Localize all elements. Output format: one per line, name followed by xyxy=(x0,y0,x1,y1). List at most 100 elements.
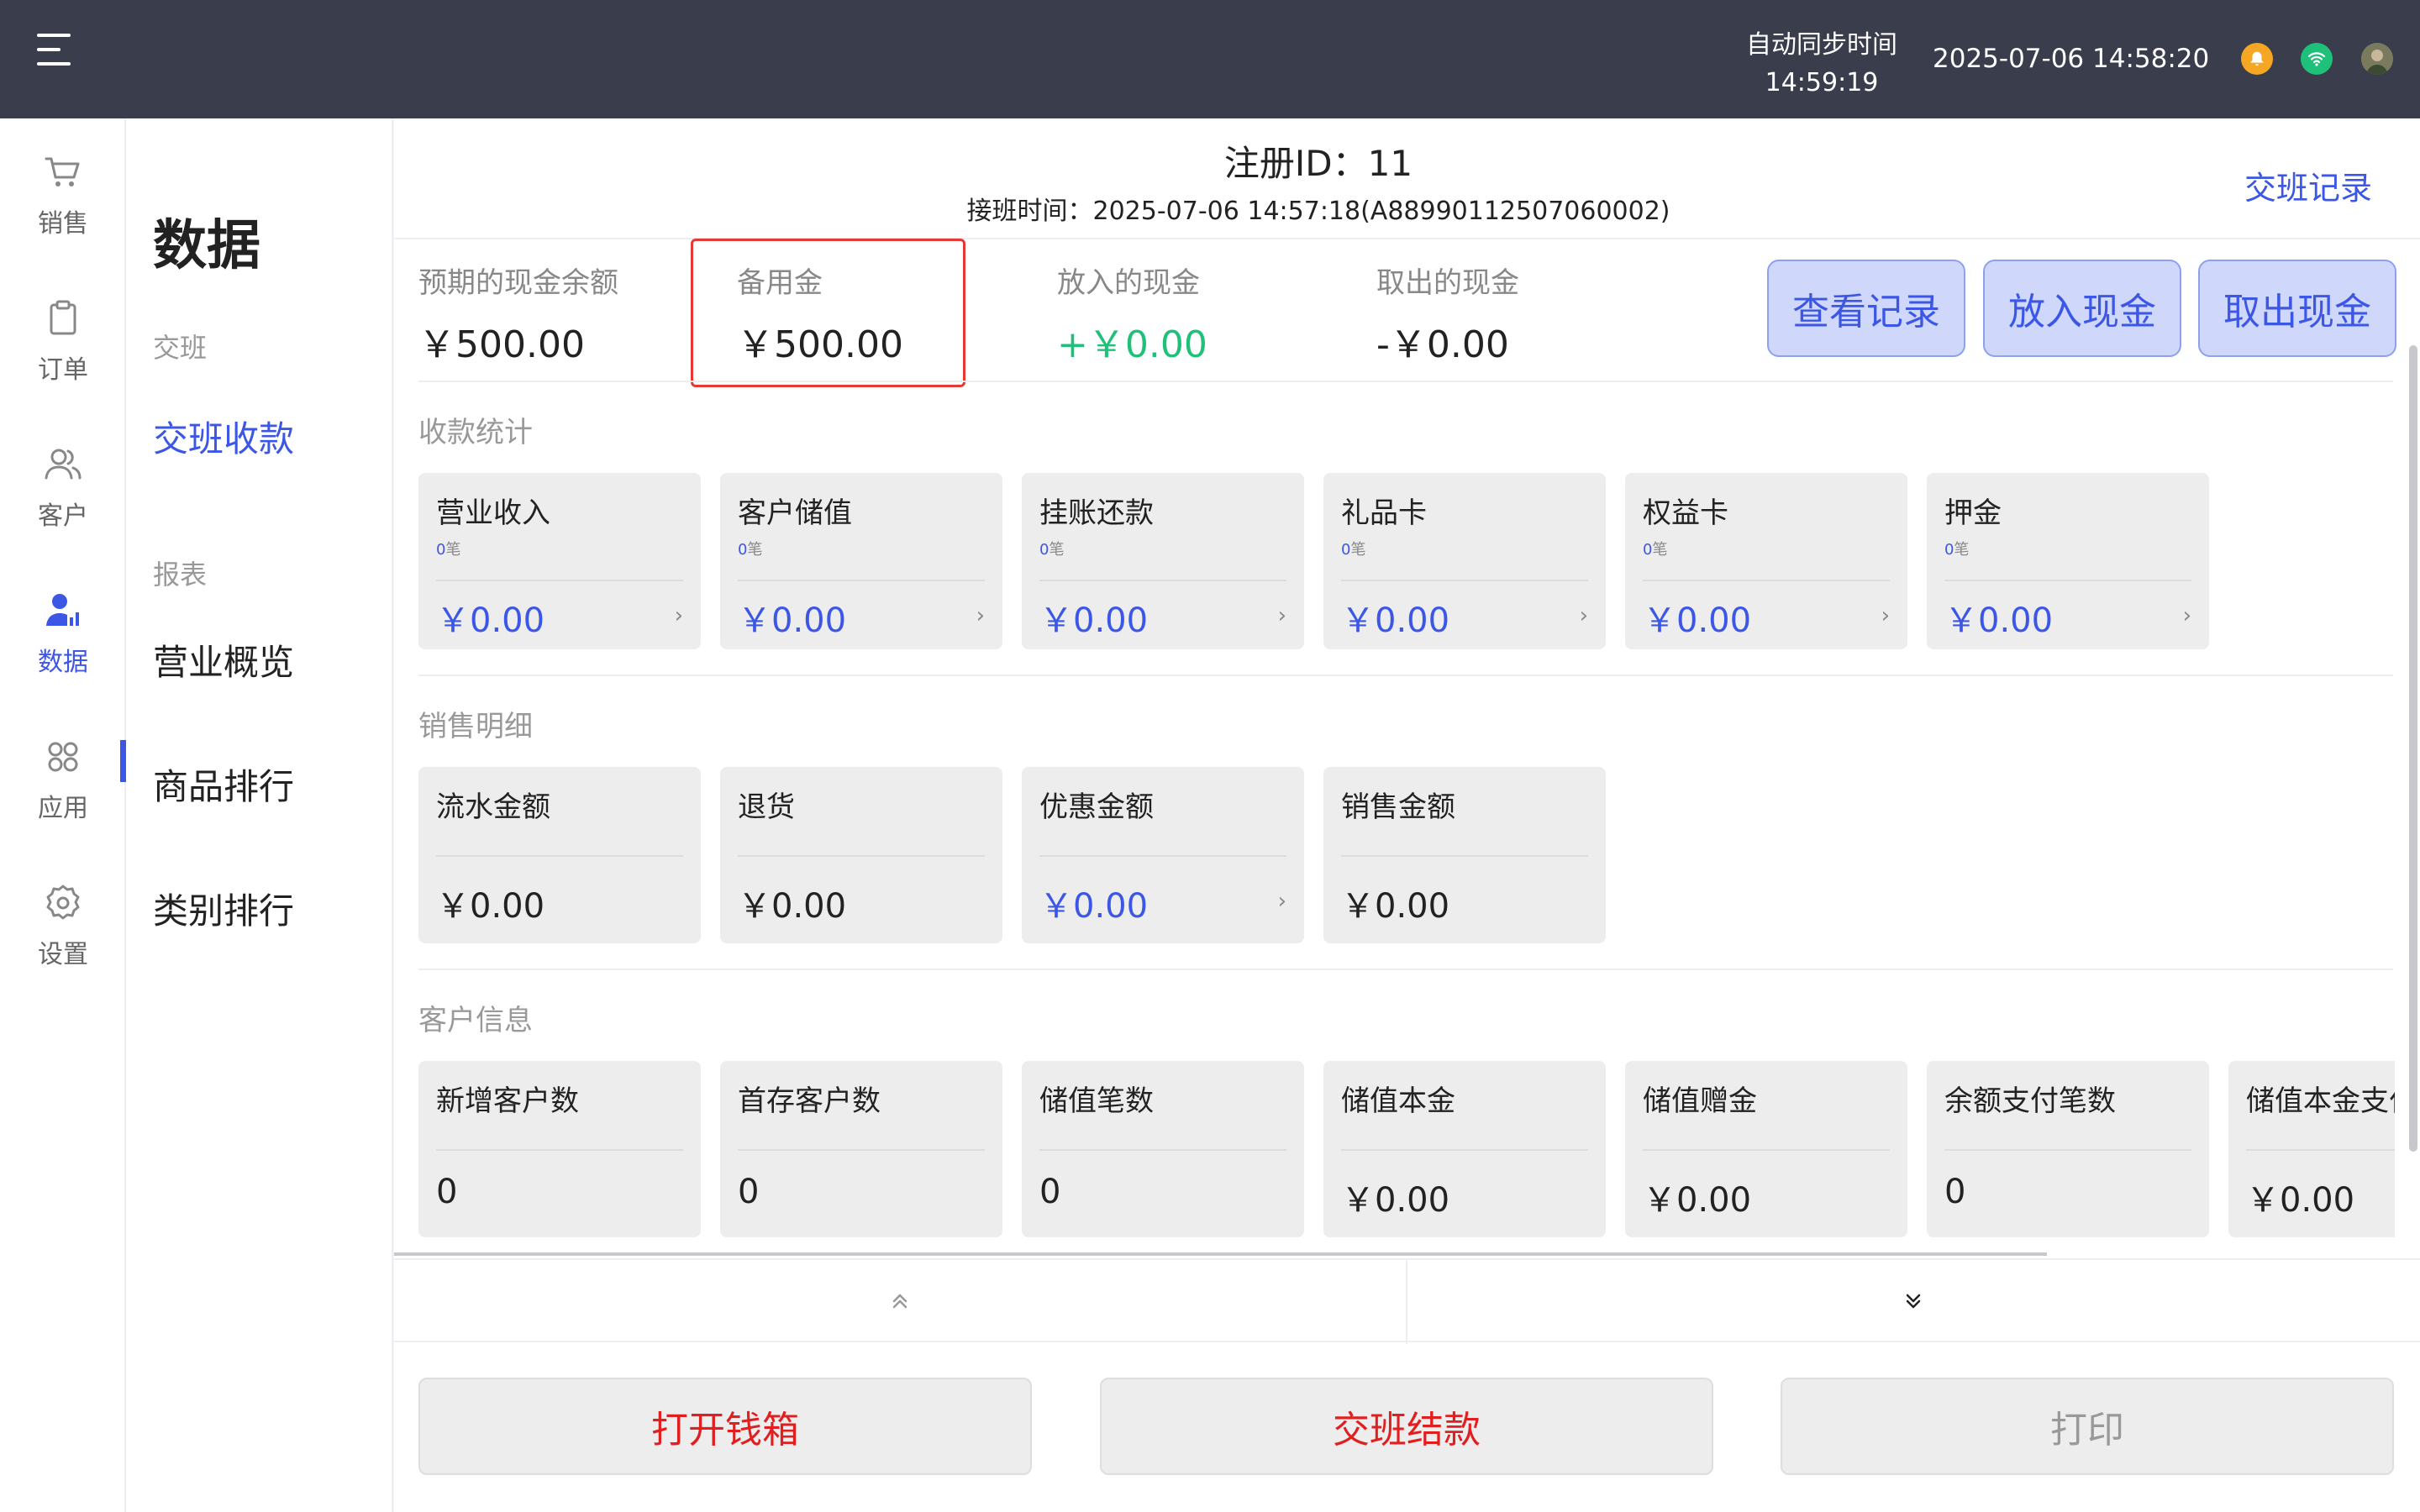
card-divider xyxy=(738,855,985,857)
card-title: 新增客户数 xyxy=(436,1084,579,1118)
nav-label: 订单 xyxy=(38,355,88,385)
nav-item-customers[interactable]: 客户 xyxy=(0,411,126,537)
customer-card: 储值本金支付 ￥0.00 xyxy=(2228,1061,2395,1237)
expected-cash-label: 预期的现金余额 xyxy=(418,266,618,300)
card-title: 权益卡 xyxy=(1643,496,1728,530)
wifi-icon[interactable] xyxy=(2301,43,2333,75)
menu-icon[interactable] xyxy=(37,34,74,67)
submenu-item-shift-pay[interactable]: 交班收款 xyxy=(153,411,294,462)
card-title: 客户储值 xyxy=(738,496,852,530)
card-value: ￥0.00 xyxy=(1341,1181,1450,1220)
submenu-title: 数据 xyxy=(153,215,260,277)
card-count-unit: 笔 xyxy=(1350,541,1366,559)
submenu-item-product-rank[interactable]: 商品排行 xyxy=(153,759,294,810)
take-cash-button[interactable]: 取出现金 xyxy=(2198,260,2396,357)
put-cash-button[interactable]: 放入现金 xyxy=(1983,260,2181,357)
card-title: 礼品卡 xyxy=(1341,496,1427,530)
nav-label: 设置 xyxy=(38,940,88,969)
sync-label: 自动同步时间 xyxy=(1746,30,1897,60)
chevron-right-icon: › xyxy=(1579,603,1588,628)
card-title: 营业收入 xyxy=(436,496,550,530)
nav-item-sales[interactable]: 销售 xyxy=(0,118,126,244)
shift-records-link[interactable]: 交班记录 xyxy=(2244,162,2372,208)
card-title: 流水金额 xyxy=(436,790,550,824)
user-chart-icon xyxy=(46,594,79,626)
shift-settle-button[interactable]: 交班结款 xyxy=(1100,1378,1713,1475)
sales-card: 销售金额 ￥0.00 xyxy=(1323,767,1606,943)
card-count-unit: 笔 xyxy=(445,541,461,559)
view-records-button[interactable]: 查看记录 xyxy=(1767,260,1965,357)
section-title-sales: 销售明细 xyxy=(418,710,533,743)
card-title: 首存客户数 xyxy=(738,1084,881,1118)
card-value: ￥0.00 xyxy=(1341,887,1450,926)
chevron-right-icon: › xyxy=(1277,603,1286,628)
submenu-item-category-rank[interactable]: 类别排行 xyxy=(153,883,294,934)
shift-start-time: 接班时间：2025-07-06 14:57:18(A88990112507060… xyxy=(966,197,1670,226)
submenu-item-overview[interactable]: 营业概览 xyxy=(153,634,294,685)
nav-item-orders[interactable]: 订单 xyxy=(0,265,126,391)
clipboard-icon xyxy=(50,300,76,335)
cash-out-value: -￥0.00 xyxy=(1376,323,1509,366)
customer-card: 首存客户数 0 xyxy=(720,1061,1002,1237)
cart-icon xyxy=(45,157,80,186)
chevron-right-icon: › xyxy=(1881,603,1890,628)
customer-card: 储值赠金 ￥0.00 xyxy=(1625,1061,1907,1237)
card-value: ￥0.00 xyxy=(436,601,545,640)
card-value: 0 xyxy=(1944,1173,1966,1211)
print-button[interactable]: 打印 xyxy=(1781,1378,2394,1475)
card-count-number: 0 xyxy=(1944,541,1954,559)
card-divider xyxy=(738,1149,985,1151)
avatar[interactable] xyxy=(2361,43,2393,75)
submenu-group-shift: 交班 xyxy=(153,332,208,364)
nav-item-data[interactable]: 数据 xyxy=(0,557,126,683)
card-divider xyxy=(1039,580,1286,581)
nav-label: 数据 xyxy=(38,648,88,677)
card-title: 销售金额 xyxy=(1341,790,1455,824)
sales-card[interactable]: 优惠金额 ￥0.00 › xyxy=(1022,767,1304,943)
main-panel: 注册ID：11 接班时间：2025-07-06 14:57:18(A889901… xyxy=(394,118,2420,1512)
card-count: 0笔 xyxy=(1341,538,1365,559)
horizontal-scrollbar[interactable] xyxy=(394,1252,2047,1256)
collect-card[interactable]: 押金 0笔 ￥0.00 › xyxy=(1927,473,2209,649)
chevron-right-icon: › xyxy=(674,603,683,628)
card-title: 挂账还款 xyxy=(1039,496,1154,530)
collect-card[interactable]: 客户储值 0笔 ￥0.00 › xyxy=(720,473,1002,649)
card-title: 储值赠金 xyxy=(1643,1084,1757,1118)
customer-card: 余额支付笔数 0 xyxy=(1927,1061,2209,1237)
page-up-button[interactable] xyxy=(394,1260,1406,1342)
open-cash-drawer-button[interactable]: 打开钱箱 xyxy=(418,1378,1032,1475)
chevron-right-icon: › xyxy=(2182,603,2191,628)
divider xyxy=(418,969,2393,970)
collect-card[interactable]: 挂账还款 0笔 ￥0.00 › xyxy=(1022,473,1304,649)
collect-card[interactable]: 礼品卡 0笔 ￥0.00 › xyxy=(1323,473,1606,649)
nav-label: 客户 xyxy=(38,501,88,531)
reserve-cash-value: ￥500.00 xyxy=(737,323,903,366)
card-divider xyxy=(738,580,985,581)
sync-time: 14:59:19 xyxy=(1765,68,1879,97)
card-divider xyxy=(1944,580,2191,581)
collect-card[interactable]: 营业收入 0笔 ￥0.00 › xyxy=(418,473,701,649)
customer-card: 储值笔数 0 xyxy=(1022,1061,1304,1237)
customer-card: 新增客户数 0 xyxy=(418,1061,701,1237)
section-title-customer: 客户信息 xyxy=(418,1004,533,1037)
bell-icon[interactable] xyxy=(2241,43,2273,75)
card-divider xyxy=(1341,1149,1588,1151)
card-title: 储值本金支付 xyxy=(2246,1084,2395,1118)
reserve-cash: 备用金 ￥500.00 xyxy=(737,260,903,368)
card-divider xyxy=(1341,580,1588,581)
page-down-button[interactable] xyxy=(1407,1260,2419,1342)
sales-card: 退货 ￥0.00 xyxy=(720,767,1002,943)
submenu-group-report: 报表 xyxy=(153,559,208,591)
nav-item-apps[interactable]: 应用 xyxy=(0,703,126,829)
card-count: 0笔 xyxy=(1944,538,1969,559)
card-title: 押金 xyxy=(1944,496,2002,530)
collect-card[interactable]: 权益卡 0笔 ￥0.00 › xyxy=(1625,473,1907,649)
customer-cards-scroller[interactable]: 新增客户数 0 首存客户数 0 储值笔数 0 储值本金 ￥0.00 储值赠金 ￥0.00 余额支付笔… xyxy=(394,1059,2395,1252)
card-title: 储值本金 xyxy=(1341,1084,1455,1118)
vertical-scrollbar[interactable] xyxy=(2409,345,2417,1152)
card-value: 0 xyxy=(738,1173,760,1211)
card-count-number: 0 xyxy=(738,541,748,559)
card-divider xyxy=(1643,580,1890,581)
nav-item-settings[interactable]: 设置 xyxy=(0,849,126,975)
card-divider xyxy=(1341,855,1588,857)
